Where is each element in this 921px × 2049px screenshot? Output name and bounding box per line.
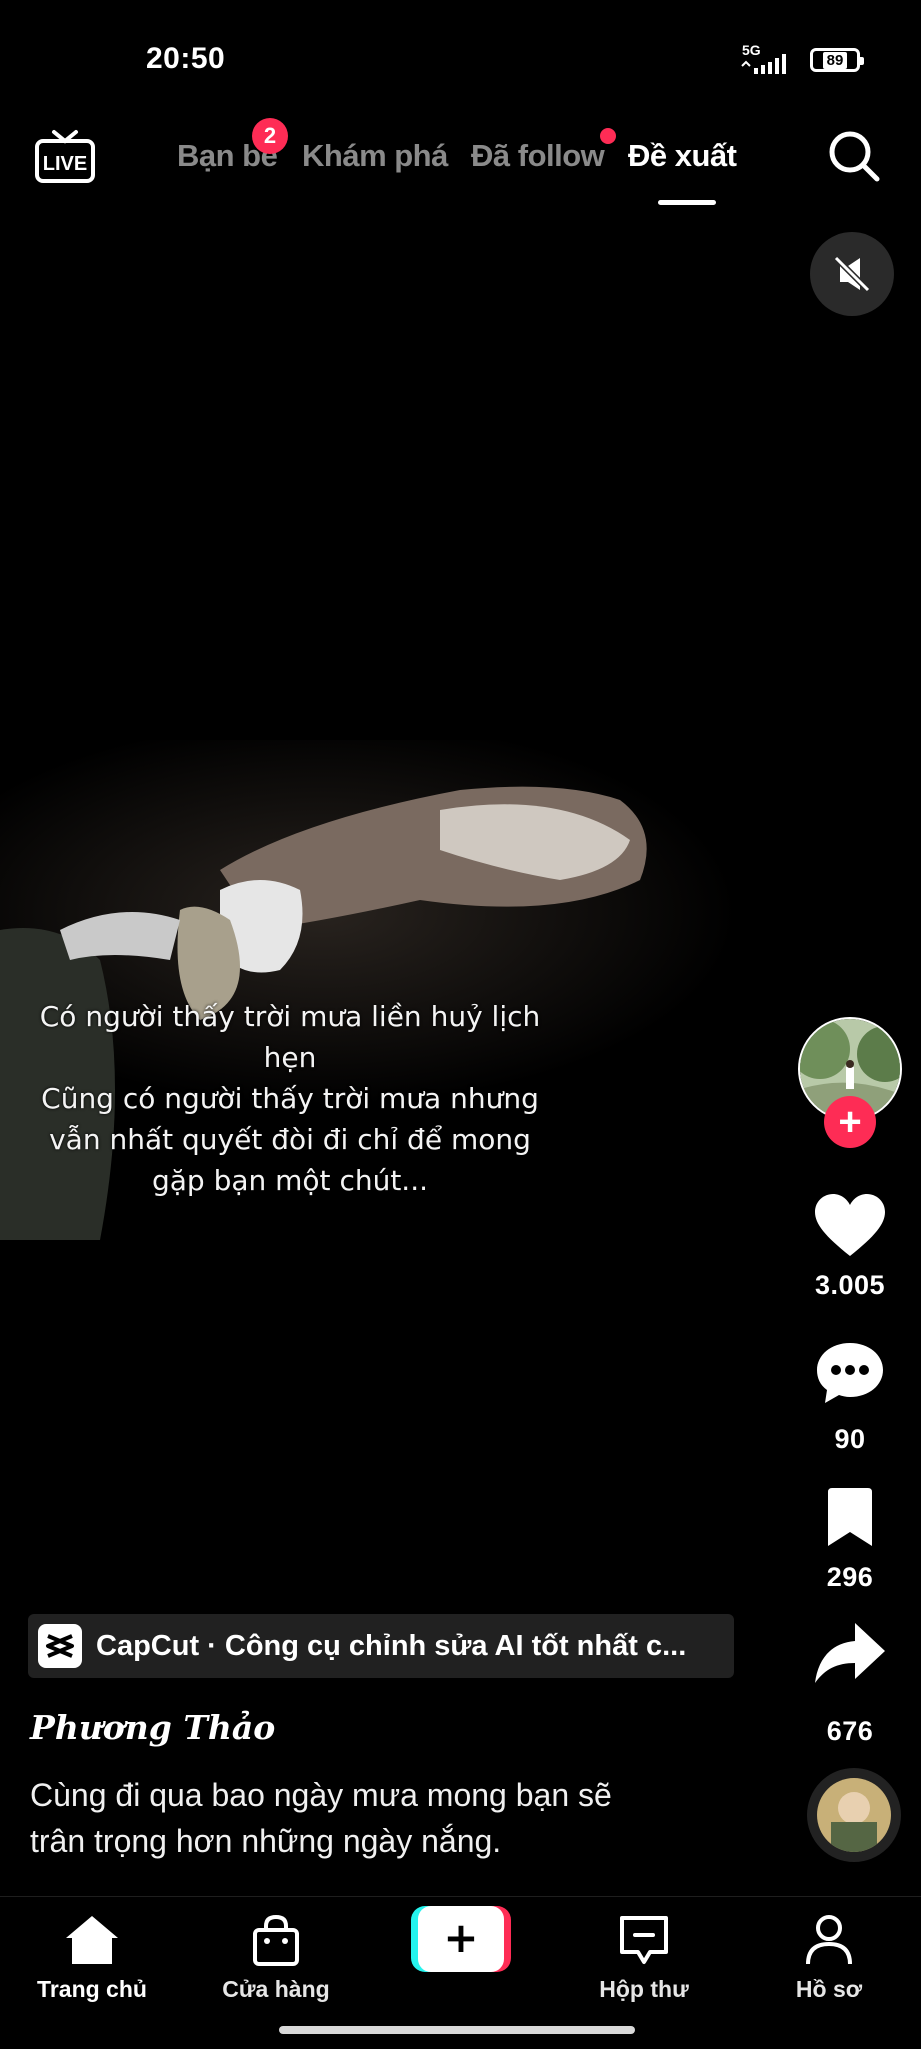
description-line: trân trọng hơn những ngày nắng. xyxy=(30,1823,502,1859)
like-button[interactable] xyxy=(810,1186,890,1266)
home-indicator[interactable] xyxy=(279,2026,635,2034)
comment-button[interactable] xyxy=(810,1333,890,1413)
share-count: 676 xyxy=(826,1716,874,1746)
active-tab-indicator xyxy=(658,200,716,205)
caption-line: vẫn nhất quyết đòi đi chỉ để mong xyxy=(49,1123,531,1156)
bookmark-count: 296 xyxy=(826,1562,874,1592)
heart-icon xyxy=(815,1194,885,1256)
nav-shop[interactable]: Cửa hàng xyxy=(201,1910,351,2003)
shopping-bag-icon xyxy=(246,1910,306,1970)
inbox-icon xyxy=(614,1910,674,1970)
share-arrow-icon xyxy=(815,1623,885,1683)
bookmark-button[interactable] xyxy=(810,1478,890,1558)
battery-level: 89 xyxy=(822,51,848,69)
comment-count: 90 xyxy=(834,1424,866,1454)
creator-username[interactable]: Phương Thảo xyxy=(30,1708,275,1747)
video-description: Cùng đi qua bao ngày mưa mong bạn sẽ trâ… xyxy=(30,1772,750,1864)
tab-explore[interactable]: Khám phá xyxy=(302,138,448,174)
nav-profile-label: Hồ sơ xyxy=(795,1976,863,2002)
tab-following[interactable]: Đã follow xyxy=(471,138,605,174)
create-button[interactable]: + xyxy=(411,1906,511,1972)
video-caption: Có người thấy trời mưa liền huỷ lịch hẹn… xyxy=(30,996,550,1201)
new-content-dot xyxy=(600,128,616,144)
mute-button[interactable] xyxy=(810,232,894,316)
bookmark-icon xyxy=(828,1488,872,1546)
plus-icon: + xyxy=(443,1913,478,1962)
caption-line: Cũng có người thấy trời mưa nhưng xyxy=(41,1082,539,1115)
follow-button[interactable]: + xyxy=(824,1096,876,1148)
search-icon[interactable] xyxy=(826,128,882,184)
nav-home-label: Trang chủ xyxy=(37,1976,147,2002)
capcut-logo-icon xyxy=(38,1624,82,1668)
sound-cover-image xyxy=(817,1778,891,1852)
nav-profile[interactable]: Hồ sơ xyxy=(754,1910,904,2003)
like-count: 3.005 xyxy=(814,1270,886,1300)
caption-line: gặp bạn một chút... xyxy=(151,1164,429,1197)
tab-for-you[interactable]: Đề xuất xyxy=(628,138,737,174)
status-time: 20:50 xyxy=(146,42,226,75)
home-icon xyxy=(62,1910,122,1970)
nav-home[interactable]: Trang chủ xyxy=(17,1910,167,2003)
live-label: LIVE xyxy=(43,153,87,175)
capcut-anchor-text: CapCut · Công cụ chỉnh sửa AI tốt nhất c… xyxy=(96,1629,687,1662)
live-icon[interactable]: LIVE xyxy=(34,128,96,186)
nav-inbox[interactable]: Hộp thư xyxy=(569,1910,719,2003)
nav-shop-label: Cửa hàng xyxy=(222,1976,330,2002)
share-button[interactable] xyxy=(810,1614,890,1694)
music-disc[interactable] xyxy=(807,1768,901,1862)
battery-icon: 89 xyxy=(810,48,864,72)
caption-line: hẹn xyxy=(263,1041,317,1074)
capcut-anchor-link[interactable]: CapCut · Công cụ chỉnh sửa AI tốt nhất c… xyxy=(28,1614,734,1678)
profile-icon xyxy=(799,1910,859,1970)
description-line: Cùng đi qua bao ngày mưa mong bạn sẽ xyxy=(30,1777,612,1813)
notification-badge: 2 xyxy=(252,118,288,154)
comment-icon xyxy=(817,1343,883,1403)
signal-icon xyxy=(741,54,786,74)
caption-line: Có người thấy trời mưa liền huỷ lịch xyxy=(39,1000,541,1033)
nav-inbox-label: Hộp thư xyxy=(599,1976,689,2002)
volume-off-icon xyxy=(833,255,871,293)
